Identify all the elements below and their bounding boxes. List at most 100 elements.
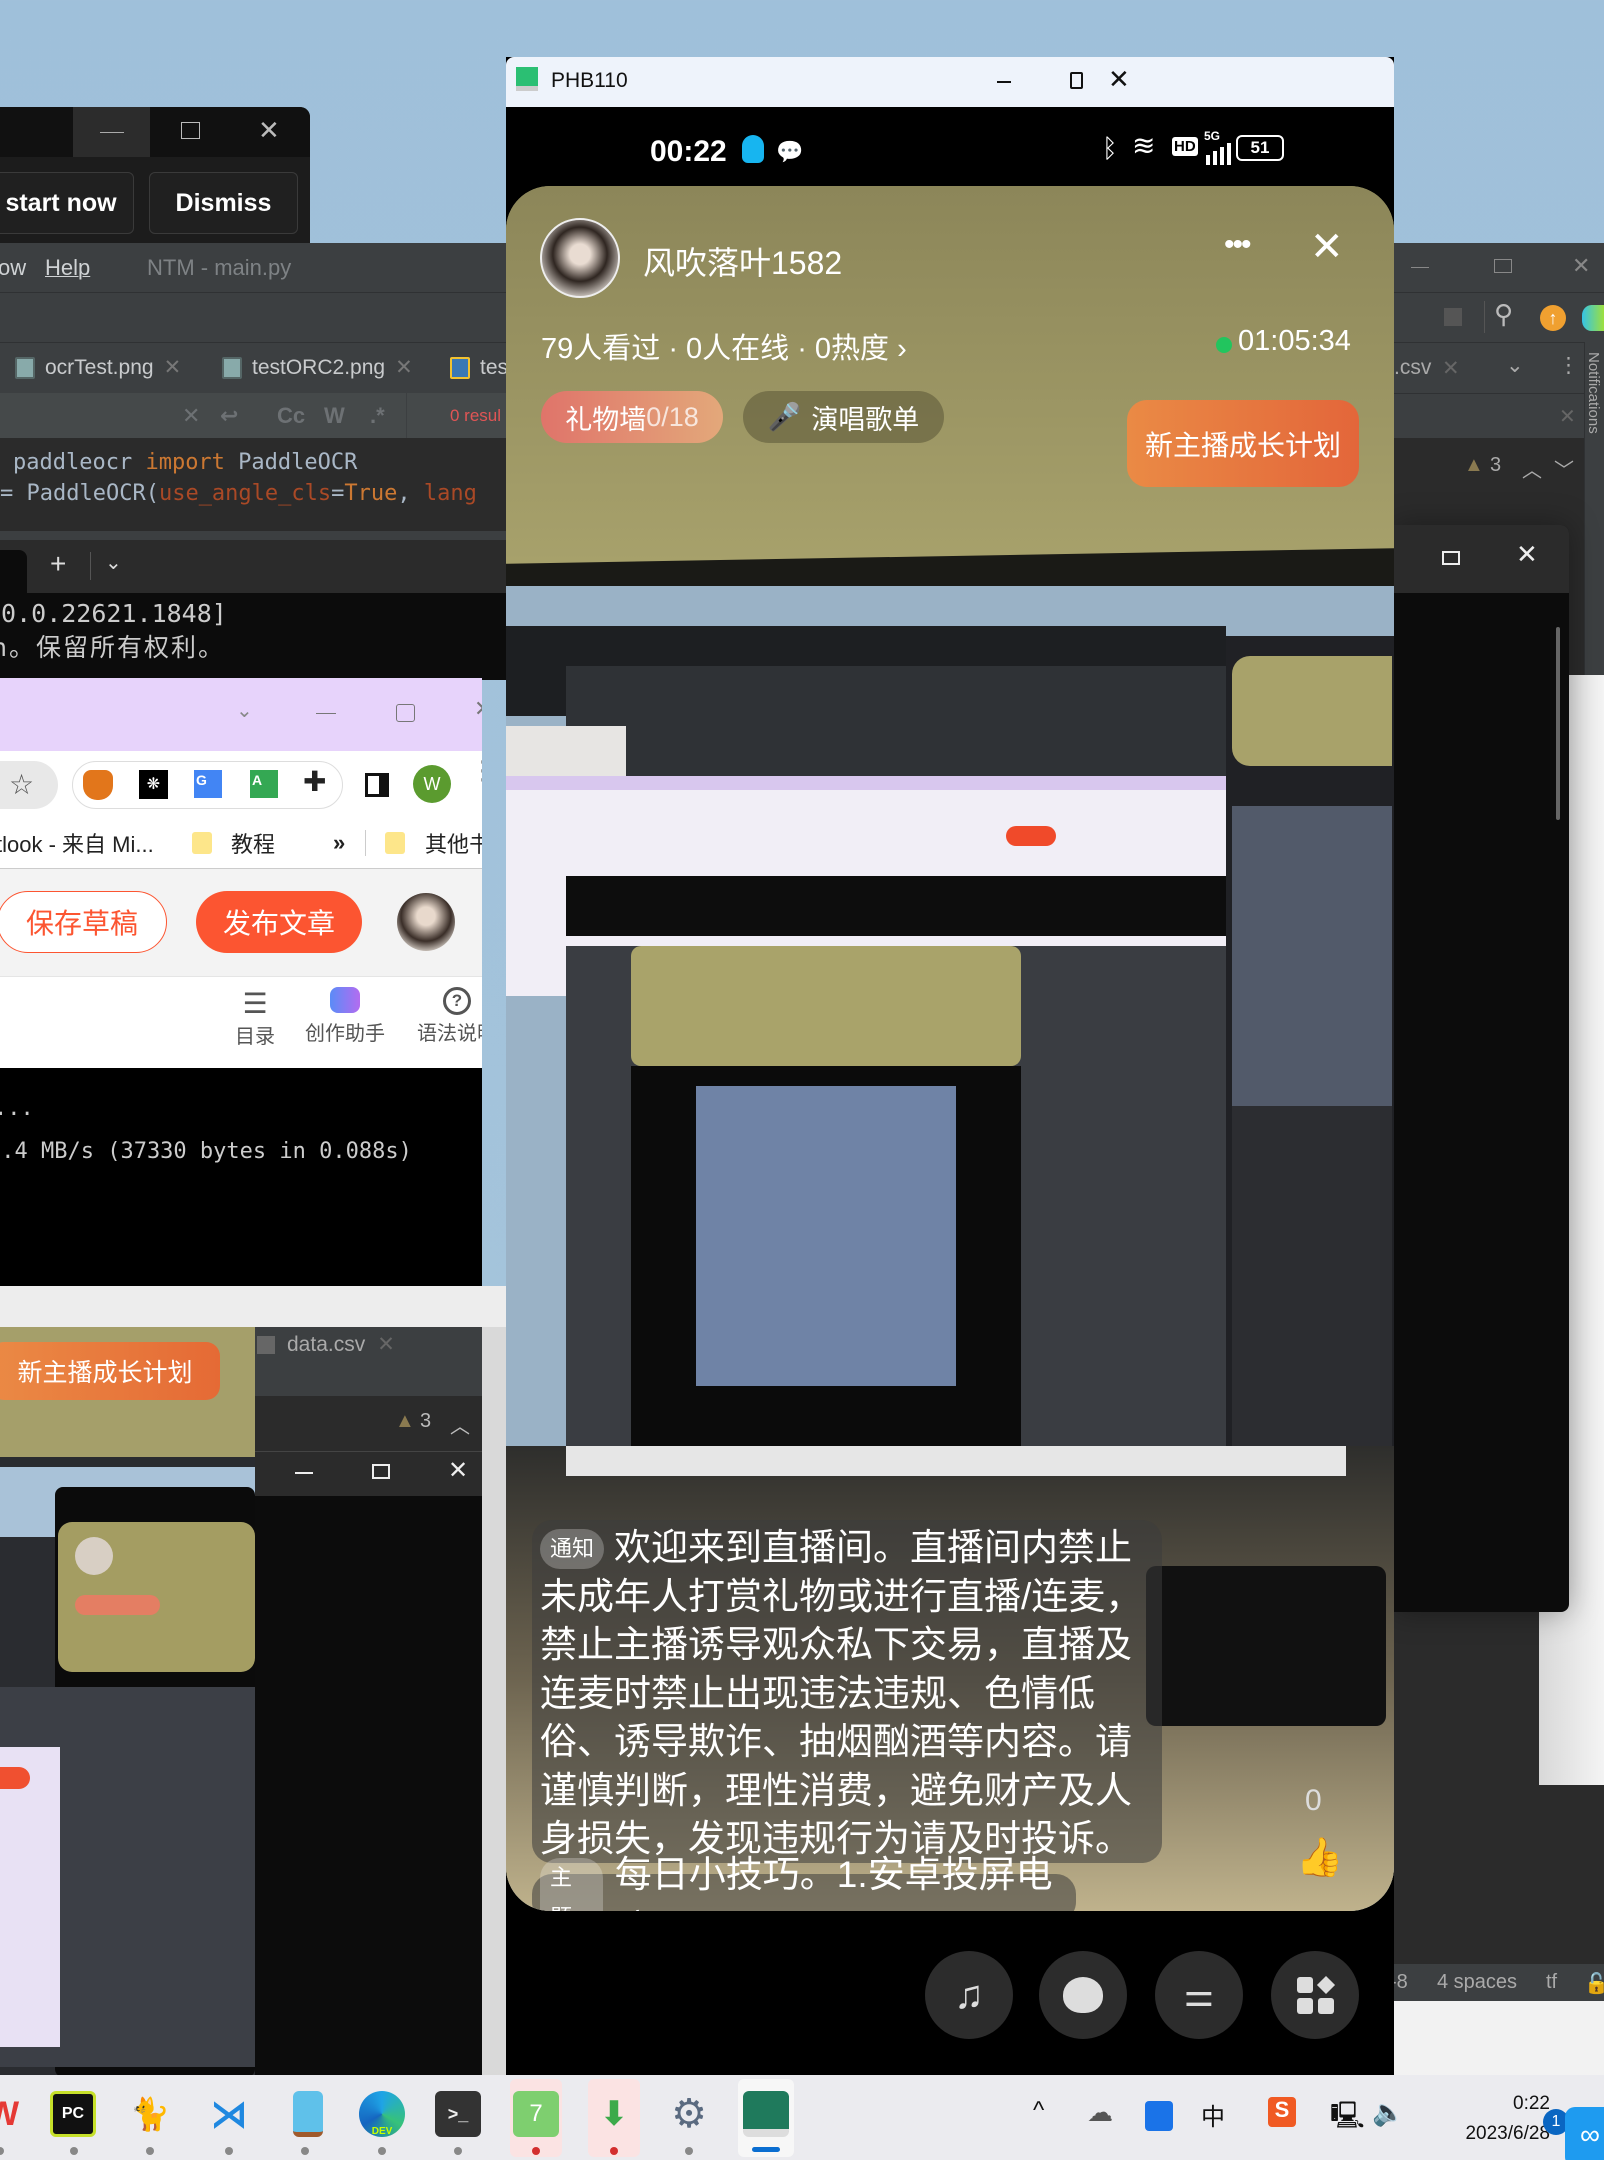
streamer-name[interactable]: 风吹落叶1582 [643, 238, 842, 284]
encoding-status[interactable]: -8 [1394, 1971, 1408, 1994]
more-bookmarks-button[interactable]: » [333, 830, 345, 856]
settings-button[interactable]: ⚌ [1155, 1951, 1243, 2039]
minimize-icon[interactable] [295, 1472, 313, 1474]
onedrive-cloud-icon[interactable]: ☁ [1087, 2097, 1113, 2128]
clear-search-icon[interactable]: ✕ [182, 403, 200, 429]
address-bar-end[interactable]: ☆ [0, 761, 58, 809]
bookmark-other[interactable]: 其他书签 [425, 827, 482, 859]
kebab-menu-icon[interactable]: ⋮ [1558, 353, 1579, 378]
sogou-input-icon[interactable]: S [1268, 2097, 1296, 2127]
close-tab-icon[interactable]: ✕ [1442, 356, 1460, 381]
next-highlight-icon[interactable]: ﹀ [1554, 454, 1574, 483]
floating-app-icon[interactable]: ∞ [1565, 2107, 1604, 2160]
dismiss-button[interactable]: Dismiss [149, 172, 298, 234]
update-arrow-icon[interactable]: ↑ [1540, 305, 1566, 331]
show-hidden-icons-chevron[interactable]: ^ [1033, 2097, 1044, 2125]
close-room-icon[interactable]: ✕ [1310, 224, 1344, 270]
bookmark-outlook[interactable]: tlook - 来自 Mi... [0, 827, 154, 859]
tab-search-chevron-icon[interactable]: ⌄ [236, 698, 253, 723]
search-icon[interactable]: ⚲ [1494, 299, 1513, 330]
close-icon[interactable]: ✕ [448, 1456, 468, 1485]
profile-avatar[interactable]: W [413, 765, 451, 803]
song-list-button[interactable]: 🎤 演唱歌单 [743, 391, 944, 443]
scrollbar-thumb[interactable] [1556, 627, 1560, 820]
vscode-icon[interactable]: ⋊ [206, 2091, 252, 2137]
bookmark-star-icon[interactable]: ☆ [9, 768, 34, 801]
download-icon[interactable]: ⬇ [591, 2091, 637, 2137]
translate-icon[interactable]: A [250, 770, 278, 798]
close-tab-icon[interactable]: ✕ [395, 355, 413, 380]
syntax-help-tool[interactable]: ? 语法说明 [413, 987, 482, 1046]
close-icon[interactable]: ✕ [1516, 539, 1538, 570]
app-7-icon[interactable]: 7 [513, 2091, 559, 2137]
words-toggle[interactable]: W [324, 403, 345, 429]
menu-help[interactable]: Help [45, 243, 90, 292]
maximize-icon[interactable] [372, 1464, 390, 1479]
close-tab-icon[interactable]: ✕ [164, 355, 182, 380]
room-stats[interactable]: 79人看过 · 0人在线 · 0热度 › [541, 325, 907, 367]
maximize-icon[interactable] [396, 704, 415, 722]
previous-highlight-icon[interactable]: ︿ [450, 1410, 470, 1439]
growth-plan-button[interactable]: 新主播成长计划 [1127, 400, 1359, 487]
gift-bag-button[interactable] [1039, 1951, 1127, 2039]
pycharm-icon[interactable]: PC [50, 2091, 96, 2137]
close-tab-icon[interactable]: ✕ [377, 1332, 395, 1357]
menu-window[interactable]: ow [0, 243, 26, 292]
tab-ocrtest[interactable]: ocrTest.png ✕ [15, 342, 181, 393]
gift-wall-button[interactable]: 礼物墙 0/18 [541, 391, 723, 443]
tab-data-csv[interactable]: data.csv ✕ [255, 1327, 482, 1362]
scrcpy-icon[interactable] [743, 2091, 789, 2137]
close-find-icon[interactable]: ✕ [1559, 404, 1576, 429]
maximize-icon[interactable] [1070, 72, 1083, 89]
volume-icon[interactable]: 🔈 [1372, 2097, 1404, 2128]
maximize-icon[interactable] [1442, 551, 1460, 565]
close-icon[interactable]: ✕ [474, 696, 482, 722]
publish-article-button[interactable]: 发布文章 [196, 891, 362, 953]
metamask-icon[interactable] [83, 770, 113, 800]
indent-status[interactable]: 4 spaces [1437, 1971, 1517, 1994]
stop-icon[interactable] [1444, 308, 1462, 326]
edge-dev-icon[interactable]: DEV [359, 2091, 405, 2137]
tray-app-icon[interactable] [1145, 2101, 1173, 2131]
writing-assistant-tool[interactable]: 创作助手 [300, 987, 390, 1046]
google-translate-icon[interactable]: G [194, 770, 222, 798]
notifications-tab[interactable]: Notifications [1585, 352, 1602, 434]
minimize-button[interactable] [73, 107, 150, 157]
kebab-menu-icon[interactable]: ⋮ [470, 757, 482, 783]
minimize-icon[interactable] [316, 713, 336, 714]
interpreter-status[interactable]: tf [1546, 1971, 1557, 1994]
minimize-icon[interactable] [997, 81, 1011, 83]
tab-list-chevron-icon[interactable]: ⌄ [1506, 353, 1524, 378]
like-thumbs-up-icon[interactable]: 👍 [1296, 1836, 1343, 1880]
side-panel-icon[interactable] [365, 773, 389, 797]
previous-highlight-icon[interactable]: ︿ [1522, 454, 1542, 483]
ime-indicator[interactable]: 中 [1201, 2097, 1225, 2132]
toc-tool[interactable]: ☰ 目录 [232, 987, 278, 1049]
settings-icon[interactable]: ⚙ [666, 2091, 712, 2137]
more-options-icon[interactable]: ••• [1224, 228, 1251, 262]
terminal-icon[interactable]: >_ [435, 2091, 481, 2137]
maximize-icon[interactable] [1494, 259, 1512, 273]
chevron-down-icon[interactable]: ⌄ [105, 550, 122, 575]
streamer-avatar[interactable] [540, 218, 620, 298]
cat-icon[interactable]: 🐈 [127, 2091, 173, 2137]
restart-now-button[interactable]: start now [0, 172, 134, 234]
extension-icon[interactable]: ❋ [139, 770, 168, 799]
notepad-icon[interactable] [293, 2091, 323, 2137]
code-editor[interactable]: paddleocr import PaddleOCR = PaddleOCR(us… [0, 438, 506, 531]
new-line-icon[interactable]: ↩ [220, 403, 238, 429]
music-button[interactable]: ♫ [925, 1951, 1013, 2039]
new-tab-plus-icon[interactable]: + [50, 548, 66, 580]
wps-icon[interactable]: W [0, 2091, 26, 2137]
toolbox-icon[interactable] [1582, 305, 1604, 331]
tab-python-file[interactable]: tes [450, 342, 506, 393]
apps-button[interactable] [1271, 1951, 1359, 2039]
match-case-toggle[interactable]: Cc [277, 403, 305, 429]
tab-csv[interactable]: .csv [1394, 356, 1431, 380]
tab-testorc2[interactable]: testORC2.png ✕ [222, 342, 413, 393]
network-monitor-icon[interactable]: 🖳 [1330, 2097, 1365, 2141]
close-icon[interactable]: ✕ [1572, 253, 1590, 279]
extensions-puzzle-icon[interactable]: ✚ [303, 765, 326, 798]
user-avatar[interactable] [397, 893, 455, 951]
maximize-button[interactable] [181, 122, 200, 139]
